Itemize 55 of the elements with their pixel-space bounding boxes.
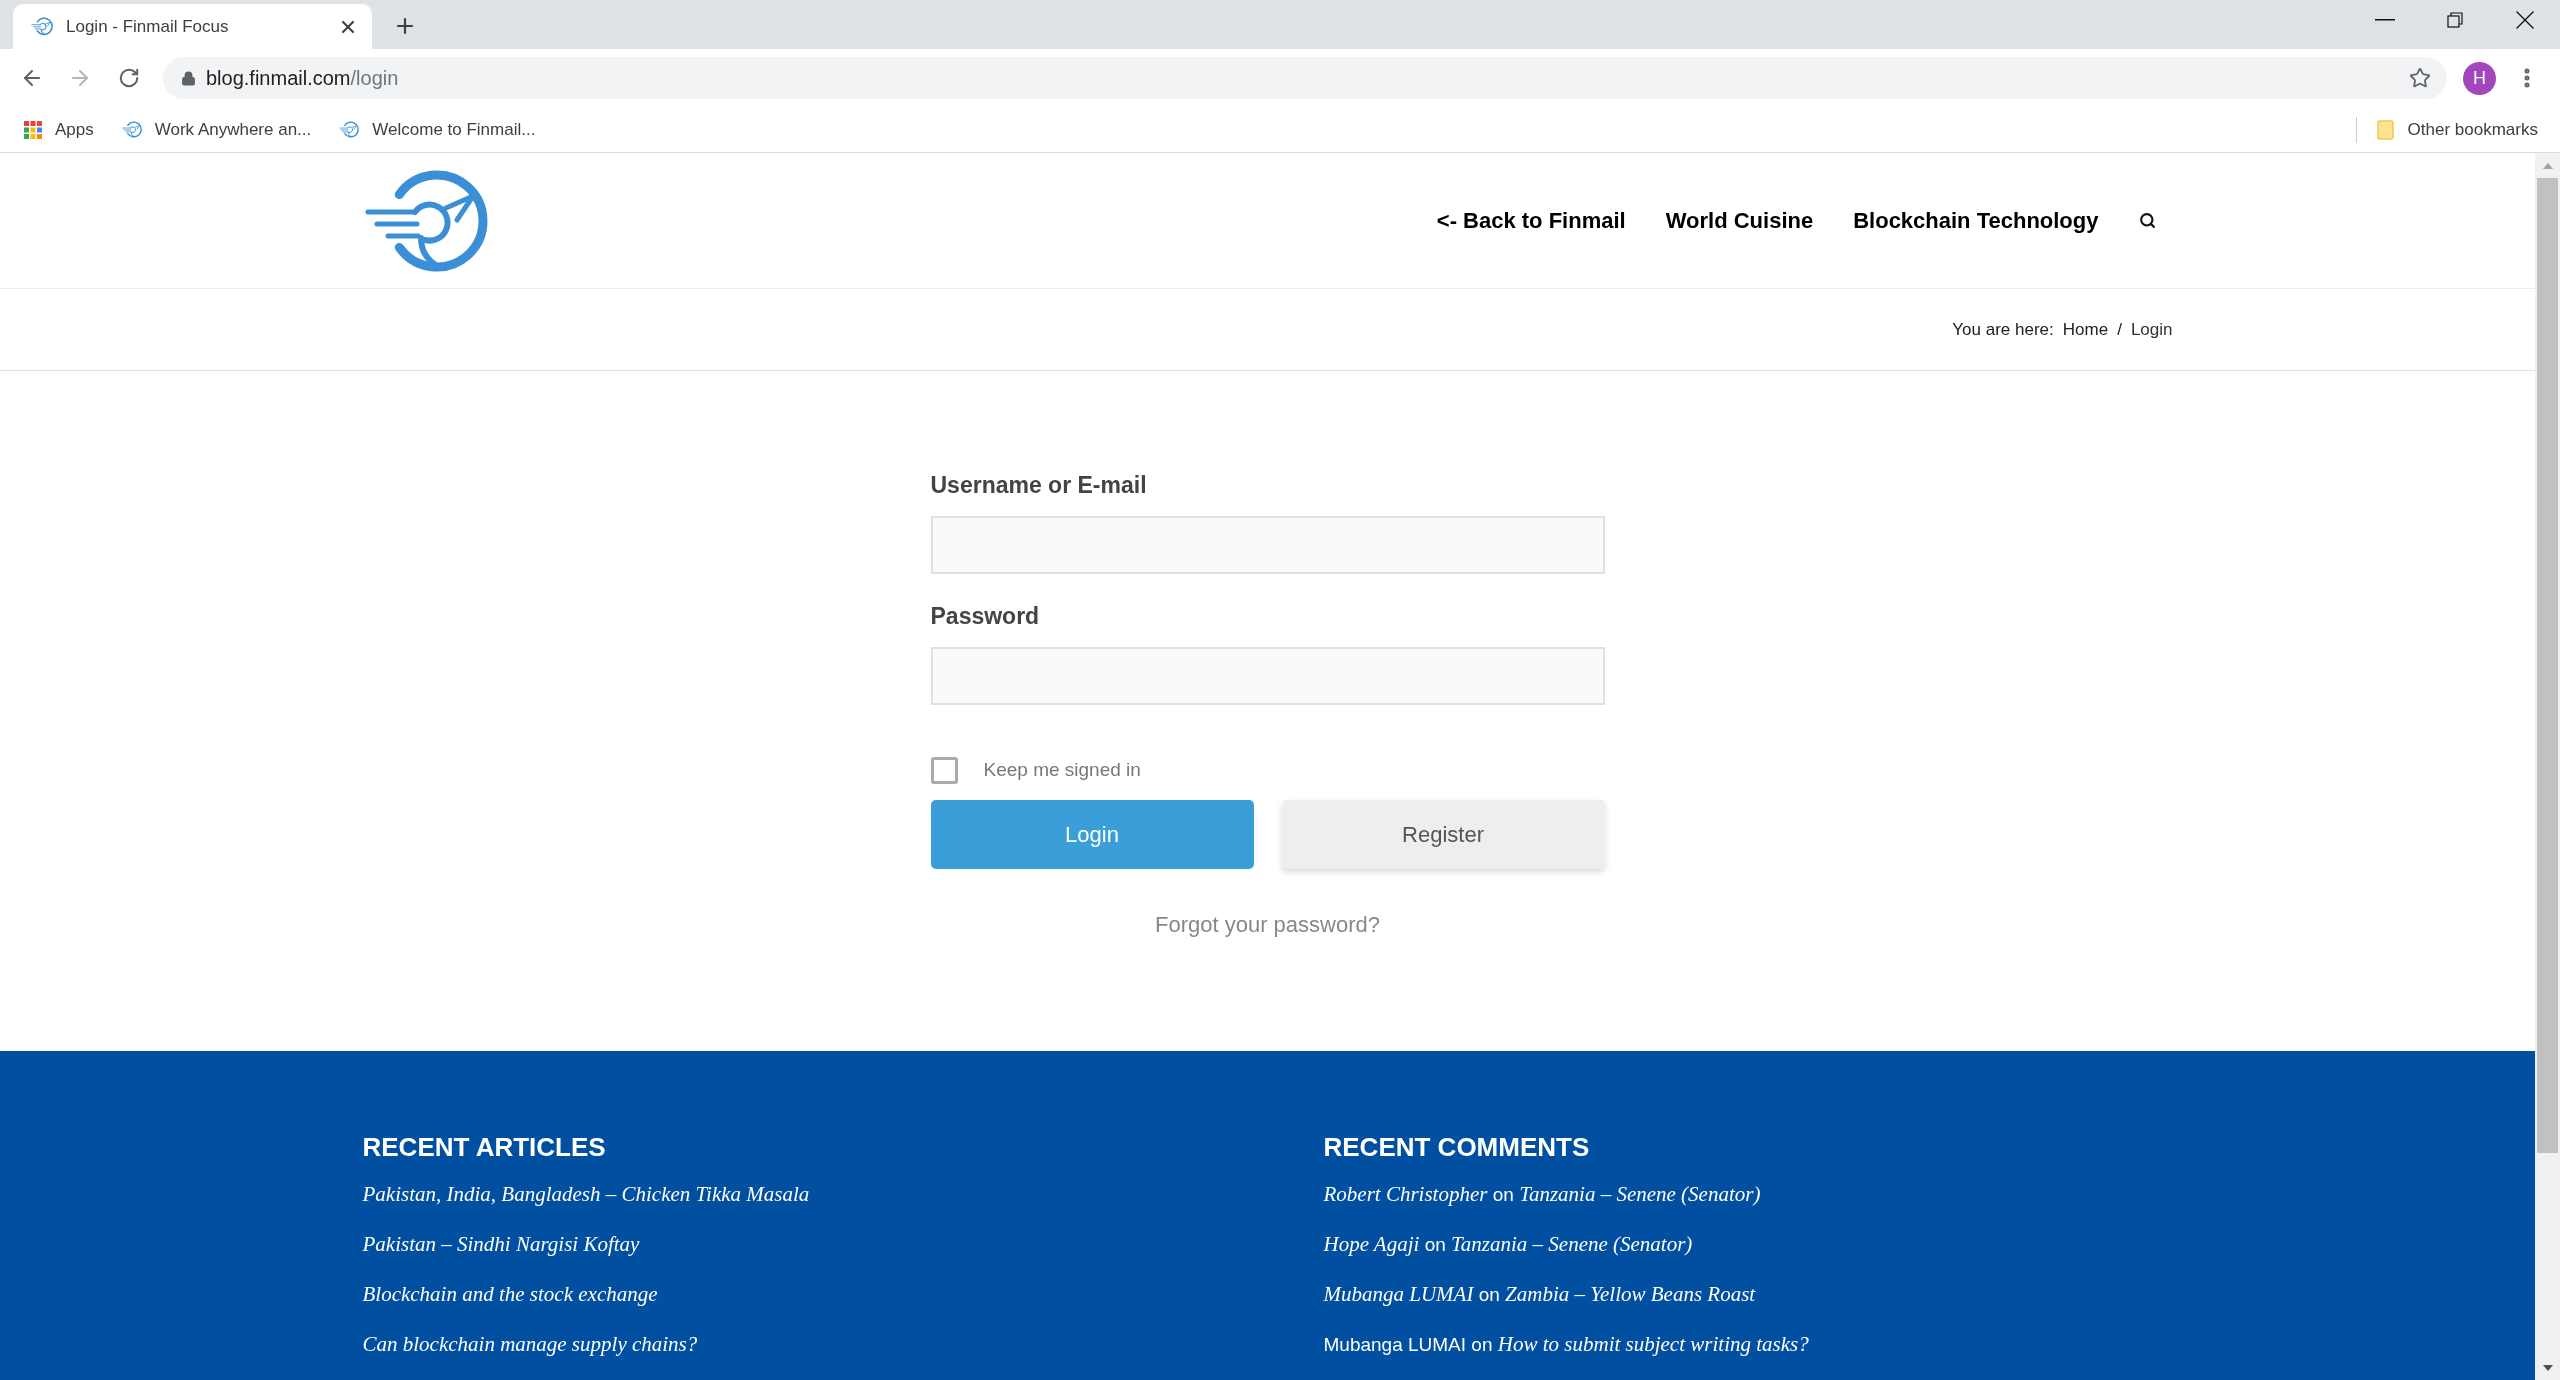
bookmark-item[interactable]: Work Anywhere an...: [113, 112, 320, 147]
bookmark-item[interactable]: Apps: [16, 112, 102, 147]
article-link[interactable]: Pakistan, India, Bangladesh – Chicken Tikka Masala: [362, 1181, 810, 1207]
post-link[interactable]: Zambia – Yellow Beans Roast: [1505, 1282, 1756, 1306]
article-link[interactable]: Pakistan – Sindhi Nargisi Koftay: [362, 1231, 640, 1257]
comment-entry: Mubanga LUMAI on Zambia – Yellow Beans Roast: [1323, 1281, 1756, 1307]
comment-entry: Robert Christopher on Tanzania – Senene (Senator): [1323, 1181, 1761, 1207]
restore-icon: [2447, 12, 2463, 28]
browser-tab[interactable]: Login - Finmail Focus: [13, 4, 372, 49]
bird-favicon-icon: [339, 121, 360, 138]
post-link[interactable]: Tanzania – Senene (Senator): [1451, 1232, 1693, 1256]
post-link[interactable]: Tanzania – Senene (Senator): [1519, 1182, 1761, 1206]
breadcrumb-link[interactable]: Login: [2130, 316, 2173, 343]
section-heading: RECENT ARTICLES: [362, 1131, 606, 1163]
bird-favicon-icon: [121, 121, 142, 138]
nav-link[interactable]: World Cuisine: [1665, 204, 1814, 237]
reload-icon[interactable]: [118, 67, 140, 89]
scroll-down-icon[interactable]: [2542, 1364, 2553, 1371]
comment-entry: Mubanga LUMAI on How to submit subject writing tasks?: [1323, 1331, 1809, 1357]
checkbox-label: Keep me signed in: [983, 758, 1141, 783]
breadcrumb-link[interactable]: Home: [2062, 316, 2109, 343]
bookmark-star-icon[interactable]: [2409, 67, 2431, 89]
forgot-password-link[interactable]: Forgot your password?: [1155, 911, 1380, 939]
field-label: Password: [930, 602, 1040, 630]
nav-link[interactable]: <- Back to Finmail: [1436, 204, 1626, 237]
nav-link[interactable]: Blockchain Technology: [1853, 204, 2099, 237]
author-link[interactable]: Mubanga LUMAI: [1323, 1282, 1474, 1306]
close-icon: [2516, 11, 2534, 29]
other-bookmarks[interactable]: Other bookmarks: [2376, 116, 2538, 143]
author-link[interactable]: Robert Christopher: [1323, 1182, 1488, 1206]
bookmark-item[interactable]: Welcome to Finmail...: [331, 112, 544, 147]
remember-checkbox[interactable]: [930, 757, 958, 784]
input-field[interactable]: [930, 647, 1605, 705]
breadcrumb-label: You are here:: [1952, 318, 2054, 341]
input-field[interactable]: [930, 516, 1605, 574]
article-link[interactable]: Blockchain and the stock exchange: [362, 1281, 658, 1307]
scrollbar-thumb[interactable]: [2537, 178, 2558, 1153]
breadcrumb-separator: /: [2117, 318, 2122, 341]
register-button[interactable]: Register: [1281, 800, 1605, 869]
comment-entry: Hope Agaji on Tanzania – Senene (Senator): [1323, 1231, 1693, 1257]
profile-avatar[interactable]: H: [2463, 61, 2496, 95]
field-label: Username or E-mail: [930, 471, 1147, 499]
post-link[interactable]: How to submit subject writing tasks?: [1497, 1332, 1809, 1356]
lock-icon: [181, 70, 196, 86]
author-link[interactable]: Hope Agaji: [1323, 1232, 1420, 1256]
bird-favicon-icon: [31, 17, 53, 36]
folder-icon: [2376, 119, 2394, 140]
search-icon[interactable]: [2138, 212, 2156, 229]
scrollbar-track[interactable]: [2535, 153, 2560, 1380]
scroll-up-icon[interactable]: [2542, 162, 2553, 169]
article-link[interactable]: Can blockchain manage supply chains?: [362, 1331, 698, 1357]
minimize-icon: [2375, 19, 2395, 21]
apps-grid-icon: [24, 120, 42, 139]
address-bar[interactable]: blog.finmail.com/login: [163, 57, 2447, 99]
section-heading: RECENT COMMENTS: [1323, 1131, 1590, 1163]
